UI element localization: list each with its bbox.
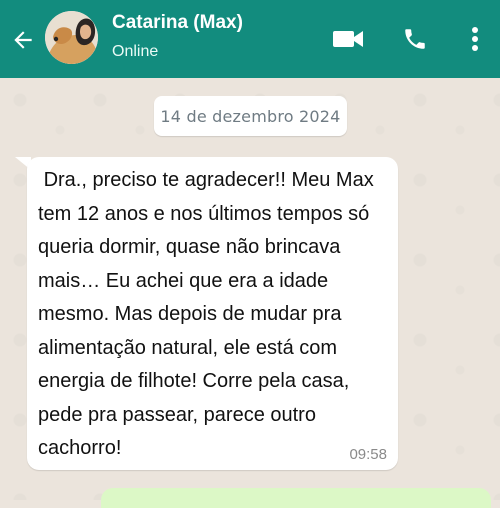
video-call-button[interactable] <box>331 22 365 56</box>
avatar[interactable] <box>45 11 98 64</box>
voice-call-button[interactable] <box>398 22 432 56</box>
next-outgoing-message-bubble <box>101 488 491 508</box>
message-text: Dra., preciso te agradecer!! Meu Max tem… <box>38 169 374 459</box>
phone-icon <box>405 29 425 49</box>
incoming-message-bubble[interactable]: Dra., preciso te agradecer!! Meu Max tem… <box>27 157 398 470</box>
more-options-icon <box>472 27 478 51</box>
dog-photo <box>45 11 98 64</box>
contact-status: Online <box>112 43 159 60</box>
back-arrow-icon <box>14 31 32 49</box>
message-time: 09:58 <box>349 446 387 463</box>
contact-name[interactable]: Catarina (Max) <box>112 12 243 34</box>
video-call-icon <box>333 31 363 47</box>
back-button[interactable] <box>8 25 38 55</box>
more-options-button[interactable] <box>458 22 492 56</box>
chat-header: Catarina (Max) Online <box>0 0 500 78</box>
date-separator: 14 de dezembro 2024 <box>154 96 347 136</box>
